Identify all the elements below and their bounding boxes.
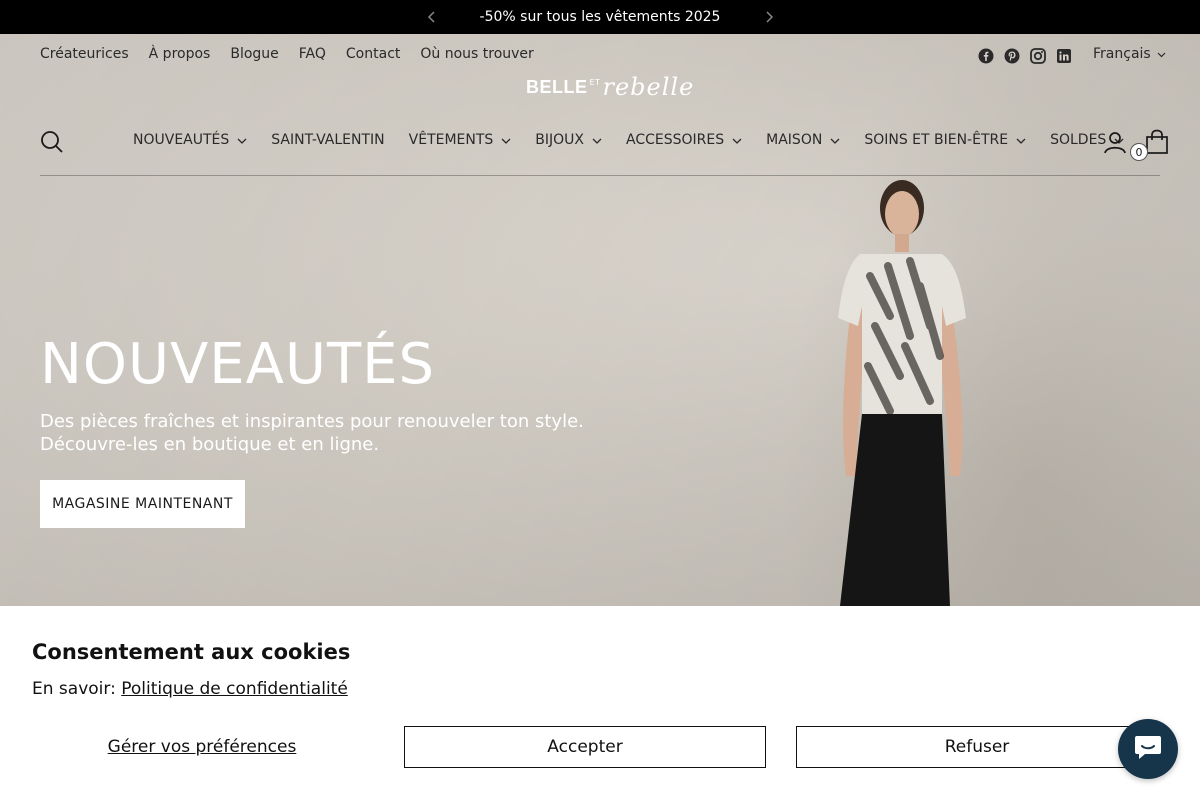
announcement-text[interactable]: -50% sur tous les vêtements 2025 xyxy=(480,9,721,25)
refuse-cookies-button[interactable]: Refuser xyxy=(796,726,1158,768)
chevron-down-icon xyxy=(830,132,840,148)
account-icon[interactable] xyxy=(1103,130,1127,154)
nav-item-saint-valentin[interactable]: SAINT-VALENTIN xyxy=(271,132,384,148)
nav-item-accessoires[interactable]: ACCESSOIRES xyxy=(626,132,742,148)
cookie-learn-prefix: En savoir: xyxy=(32,679,116,699)
logo-et: ET xyxy=(589,77,601,87)
chevron-down-icon xyxy=(732,132,742,148)
pinterest-icon[interactable] xyxy=(1004,48,1020,64)
utility-link-a-propos[interactable]: À propos xyxy=(149,46,211,62)
logo-belle: BELLE xyxy=(526,76,588,97)
utility-link-blogue[interactable]: Blogue xyxy=(230,46,278,62)
nav-item-maison[interactable]: MAISON xyxy=(766,132,840,148)
chevron-right-icon[interactable] xyxy=(760,8,778,26)
hero-subtitle-line-2: Découvre-les en boutique et en ligne. xyxy=(40,434,380,455)
hero-subtitle-line-1: Des pièces fraîches et inspirantes pour … xyxy=(40,411,584,432)
utility-link-createurices[interactable]: Créateurices xyxy=(40,46,129,62)
nav-label: SAINT-VALENTIN xyxy=(271,132,385,148)
nav-label: VÊTEMENTS xyxy=(408,132,494,148)
linkedin-icon[interactable] xyxy=(1056,48,1072,64)
chevron-down-icon xyxy=(237,132,247,148)
utility-nav: Créateurices À propos Blogue FAQ Contact… xyxy=(40,46,534,62)
shop-now-button[interactable]: MAGASINE MAINTENANT xyxy=(40,480,245,528)
nav-label: NOUVEAUTÉS xyxy=(133,132,230,148)
chevron-left-icon[interactable] xyxy=(423,8,441,26)
privacy-policy-link[interactable]: Politique de confidentialité xyxy=(121,679,348,699)
nav-label: ACCESSOIRES xyxy=(626,132,725,148)
utility-link-faq[interactable]: FAQ xyxy=(299,46,326,62)
nav-label: SOINS ET BIEN-ÊTRE xyxy=(864,132,1009,148)
cart-count-badge: 0 xyxy=(1130,143,1148,161)
hero-banner: Créateurices À propos Blogue FAQ Contact… xyxy=(0,34,1200,606)
accept-cookies-button[interactable]: Accepter xyxy=(404,726,766,768)
language-selector[interactable]: Français xyxy=(1093,46,1166,62)
main-nav: NOUVEAUTÉS SAINT-VALENTIN VÊTEMENTS BIJO… xyxy=(133,132,1124,148)
nav-label: SOLDES xyxy=(1050,132,1107,148)
cookie-title: Consentement aux cookies xyxy=(32,640,351,664)
manage-preferences-button[interactable]: Gérer vos préférences xyxy=(32,726,372,768)
announcement-bar: -50% sur tous les vêtements 2025 xyxy=(0,0,1200,34)
nav-item-nouveautes[interactable]: NOUVEAUTÉS xyxy=(133,132,247,148)
nav-label: MAISON xyxy=(766,132,823,148)
hero-title: NOUVEAUTÉS xyxy=(40,332,436,397)
utility-link-contact[interactable]: Contact xyxy=(346,46,400,62)
hero-subtitle: Des pièces fraîches et inspirantes pour … xyxy=(40,410,600,456)
nav-item-vetements[interactable]: VÊTEMENTS xyxy=(409,132,512,148)
nav-item-bijoux[interactable]: BIJOUX xyxy=(535,132,602,148)
nav-label: BIJOUX xyxy=(535,132,585,148)
facebook-icon[interactable] xyxy=(978,48,994,64)
social-links xyxy=(978,48,1072,64)
language-label: Français xyxy=(1093,46,1151,62)
chat-bubble-icon xyxy=(1133,733,1163,765)
logo-rebelle: rebelle xyxy=(602,73,695,101)
chevron-down-icon xyxy=(501,132,511,148)
search-icon[interactable] xyxy=(40,130,64,154)
chevron-down-icon xyxy=(592,132,602,148)
chat-button[interactable] xyxy=(1118,719,1178,779)
nav-item-soins-et-bien-etre[interactable]: SOINS ET BIEN-ÊTRE xyxy=(864,132,1026,148)
instagram-icon[interactable] xyxy=(1030,48,1046,64)
utility-link-ou-nous-trouver[interactable]: Où nous trouver xyxy=(420,46,533,62)
chevron-down-icon xyxy=(1016,132,1026,148)
cookie-learn-more: En savoir: Politique de confidentialité xyxy=(32,679,348,699)
store-logo[interactable]: BELLE ET rebelle xyxy=(526,72,694,102)
chevron-down-icon xyxy=(1157,46,1166,62)
hero-model-image xyxy=(838,180,966,606)
cookie-consent-banner: Consentement aux cookies En savoir: Poli… xyxy=(0,606,1200,800)
